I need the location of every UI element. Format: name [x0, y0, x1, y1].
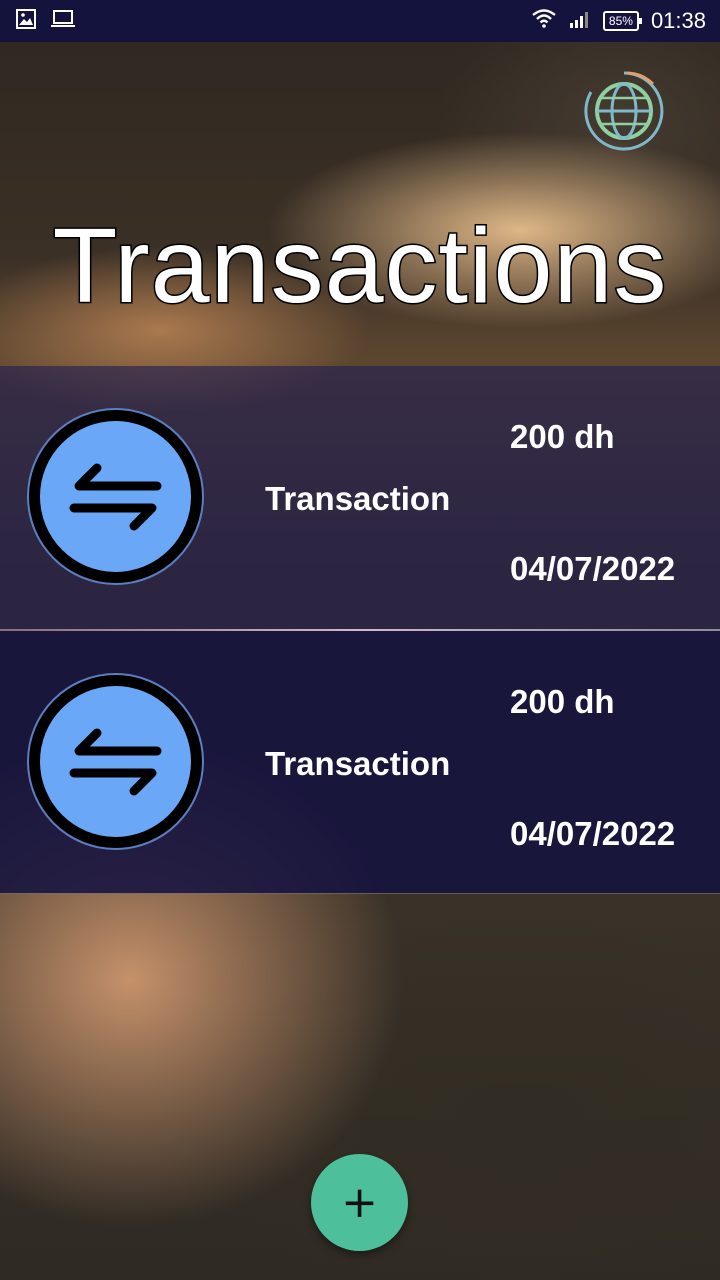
signal-icon — [569, 8, 591, 34]
transaction-card[interactable]: Transaction 200 dh 04/07/2022 — [0, 366, 720, 629]
transaction-label: Transaction — [265, 745, 451, 782]
transaction-amount: 200 dh — [510, 418, 615, 455]
transaction-avatar — [29, 675, 202, 848]
swap-arrows-icon — [69, 728, 162, 796]
clock: 01:38 — [650, 8, 706, 33]
status-bar: 85% 01:38 — [0, 0, 720, 42]
list-bottom-divider — [0, 893, 720, 894]
battery-icon: 85% — [602, 11, 642, 31]
page-title: Transactions — [51, 206, 668, 327]
laptop-icon — [50, 9, 76, 34]
swap-arrows-icon — [69, 463, 162, 531]
image-icon — [16, 8, 36, 34]
transaction-label: Transaction — [265, 480, 451, 517]
wifi-icon — [531, 8, 557, 34]
transaction-avatar — [29, 410, 202, 583]
transaction-list: Transaction 200 dh 04/07/2022 Transactio… — [0, 366, 720, 894]
plus-icon: + — [341, 1177, 378, 1228]
transaction-amount: 200 dh — [510, 683, 615, 720]
globe-icon — [584, 71, 664, 151]
add-transaction-button[interactable]: + — [311, 1154, 408, 1251]
transaction-date: 04/07/2022 — [510, 815, 676, 852]
transaction-card[interactable]: Transaction 200 dh 04/07/2022 — [0, 631, 720, 893]
transaction-date: 04/07/2022 — [510, 550, 676, 587]
language-button[interactable] — [583, 70, 665, 152]
